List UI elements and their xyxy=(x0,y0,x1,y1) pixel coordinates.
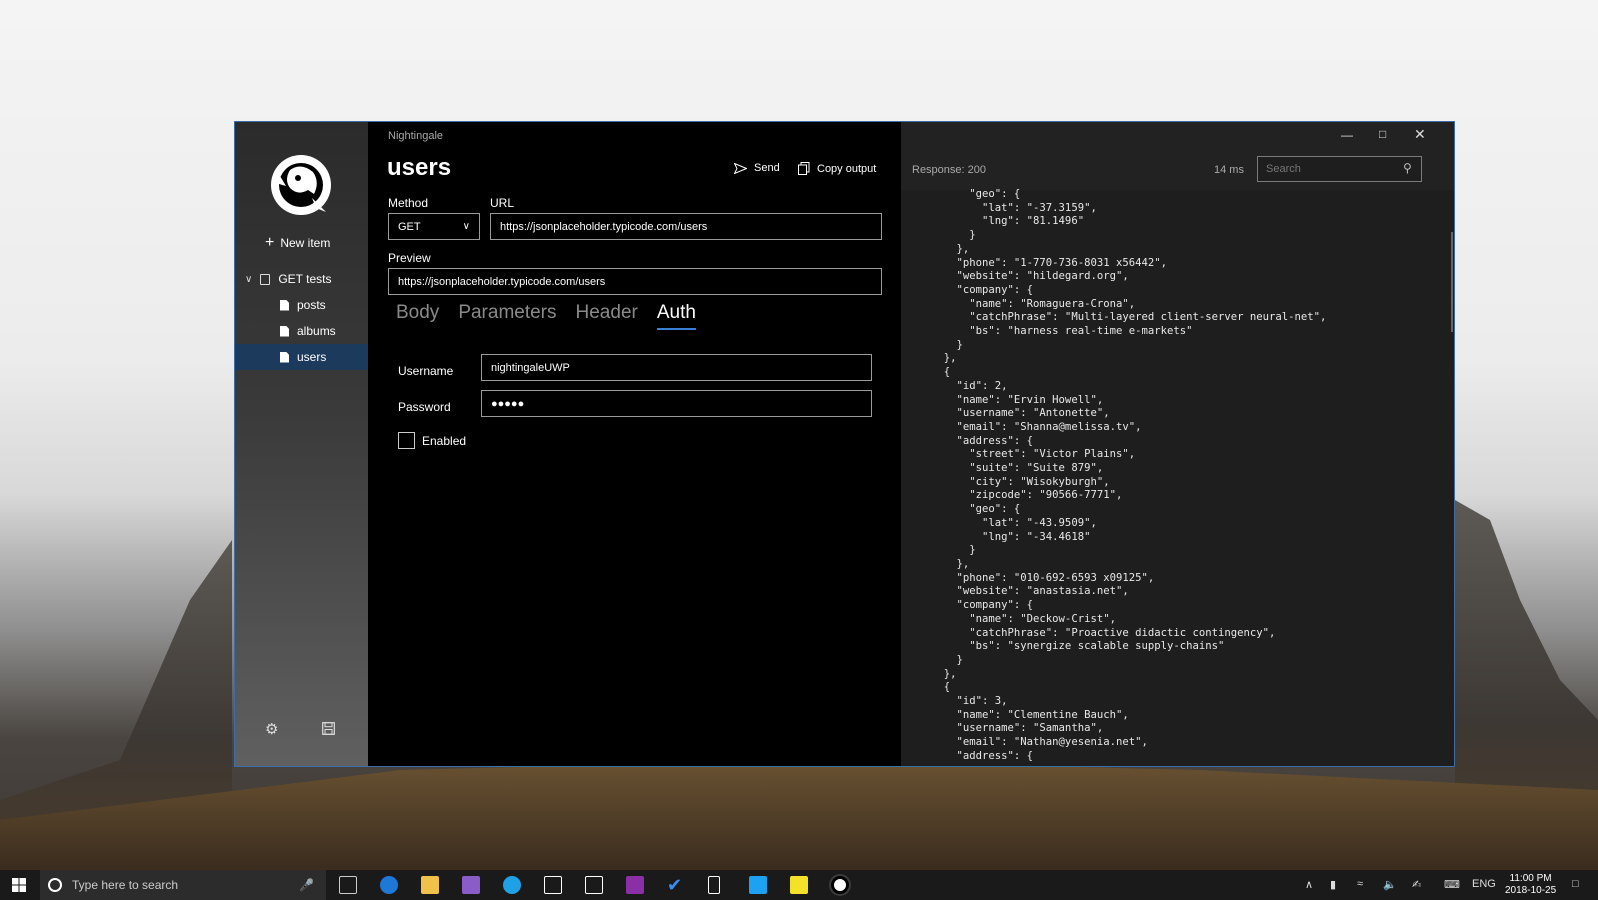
password-input[interactable] xyxy=(481,390,872,417)
onenote-icon[interactable] xyxy=(626,876,644,894)
tab-parameters[interactable]: Parameters xyxy=(458,302,556,330)
tab-auth[interactable]: Auth xyxy=(656,302,697,330)
chevron-up-icon[interactable]: ∧ xyxy=(1305,878,1313,891)
notifications-icon[interactable]: □ xyxy=(1572,878,1579,890)
preview-field[interactable] xyxy=(388,268,882,295)
app-window: + New item ∨ GET tests posts albums user… xyxy=(234,121,1455,767)
maximize-icon[interactable]: □ xyxy=(1379,127,1386,141)
chevron-down-icon: ∨ xyxy=(462,221,470,232)
visual-studio-icon[interactable] xyxy=(462,876,480,894)
collection-icon xyxy=(260,273,271,285)
sidebar: + New item ∨ GET tests posts albums user… xyxy=(235,122,368,766)
tree-group-get-tests[interactable]: ∨ GET tests xyxy=(245,272,331,286)
response-body[interactable]: "geo": { "lat": "-37.3159", "lng": "81.1… xyxy=(931,188,1431,766)
cortana-icon xyxy=(48,878,62,892)
method-select[interactable]: GET ∨ xyxy=(388,213,480,240)
minimize-icon[interactable]: — xyxy=(1341,128,1353,142)
response-scrollbar[interactable] xyxy=(1451,232,1453,332)
response-panel: — □ ✕ Response: 200 14 ms ⚲ "geo": { "la… xyxy=(901,122,1454,766)
sidebar-item-label: posts xyxy=(297,298,326,312)
response-status: Response: 200 xyxy=(912,164,986,176)
file-explorer-icon[interactable] xyxy=(421,876,439,894)
pen-icon[interactable]: ✍ xyxy=(1412,878,1421,891)
tab-header[interactable]: Header xyxy=(576,302,638,330)
new-item-label: New item xyxy=(280,236,331,250)
taskbar-clock[interactable]: 11:00 PM 2018-10-25 xyxy=(1505,873,1556,897)
app-title: Nightingale xyxy=(388,130,444,142)
save-icon[interactable] xyxy=(322,722,335,735)
request-panel: Nightingale users Send Copy output Metho… xyxy=(368,122,901,766)
taskbar-search-box[interactable]: Type here to search 🎤 xyxy=(40,870,326,900)
twitter-icon[interactable] xyxy=(749,876,767,894)
language-indicator[interactable]: ENG xyxy=(1472,878,1496,890)
sticky-notes-icon[interactable] xyxy=(790,876,808,894)
response-search-input[interactable] xyxy=(1257,156,1422,182)
document-icon xyxy=(280,325,289,337)
preview-label: Preview xyxy=(388,251,431,265)
plus-icon: + xyxy=(265,234,275,251)
skype-icon[interactable] xyxy=(503,876,521,894)
username-input[interactable] xyxy=(481,354,872,381)
phone-icon[interactable] xyxy=(708,876,720,894)
search-icon[interactable]: ⚲ xyxy=(1403,161,1412,175)
document-icon xyxy=(280,299,289,311)
close-icon[interactable]: ✕ xyxy=(1414,126,1426,143)
battery-icon[interactable]: ▮ xyxy=(1330,878,1336,891)
mail-icon[interactable] xyxy=(544,876,562,894)
sidebar-item-users[interactable]: users xyxy=(235,344,368,370)
sidebar-item-albums[interactable]: albums xyxy=(235,318,368,344)
enabled-checkbox[interactable] xyxy=(398,432,415,449)
task-view-icon[interactable] xyxy=(339,876,357,894)
document-icon xyxy=(280,351,289,363)
tab-body[interactable]: Body xyxy=(396,302,439,330)
send-label: Send xyxy=(754,162,780,174)
nightingale-logo-icon xyxy=(271,155,331,215)
tree-group-label: GET tests xyxy=(278,272,332,286)
taskbar: Type here to search 🎤 ✔ ∧ ▮ ≈ 🔈 ✍ ⌨ ENG … xyxy=(0,870,1598,900)
copy-output-button[interactable]: Copy output xyxy=(798,162,876,175)
method-label: Method xyxy=(388,196,429,210)
request-tabs: Body Parameters Header Auth xyxy=(396,302,697,330)
url-label: URL xyxy=(490,196,515,210)
calendar-icon[interactable] xyxy=(585,876,603,894)
new-item-button[interactable]: + New item xyxy=(265,234,331,251)
clock-time: 11:00 PM xyxy=(1509,873,1552,884)
microphone-icon[interactable]: 🎤 xyxy=(299,878,314,892)
url-input[interactable] xyxy=(490,213,882,240)
copy-output-label: Copy output xyxy=(817,162,877,175)
nightingale-taskbar-icon[interactable] xyxy=(829,874,851,896)
send-button[interactable]: Send xyxy=(734,162,780,174)
wifi-icon[interactable]: ≈ xyxy=(1357,878,1363,890)
username-label: Username xyxy=(398,364,454,378)
sidebar-item-label: albums xyxy=(297,324,336,338)
windows-start-icon[interactable] xyxy=(12,878,26,892)
method-value: GET xyxy=(398,220,421,233)
edge-icon[interactable] xyxy=(380,876,398,894)
enabled-label: Enabled xyxy=(422,434,467,448)
sidebar-item-label: users xyxy=(297,350,327,364)
response-time: 14 ms xyxy=(1214,164,1244,176)
chevron-down-icon[interactable]: ∨ xyxy=(245,274,252,285)
todo-check-icon[interactable]: ✔ xyxy=(667,876,685,894)
page-title: users xyxy=(387,154,452,181)
taskbar-search-placeholder: Type here to search xyxy=(72,878,179,892)
copy-icon xyxy=(798,162,810,175)
send-icon xyxy=(734,162,747,174)
volume-icon[interactable]: 🔈 xyxy=(1383,878,1397,891)
sidebar-item-posts[interactable]: posts xyxy=(235,292,368,318)
clock-date: 2018-10-25 xyxy=(1505,885,1557,896)
gear-icon[interactable]: ⚙ xyxy=(265,720,278,738)
password-label: Password xyxy=(398,400,451,414)
keyboard-icon[interactable]: ⌨ xyxy=(1444,878,1460,891)
